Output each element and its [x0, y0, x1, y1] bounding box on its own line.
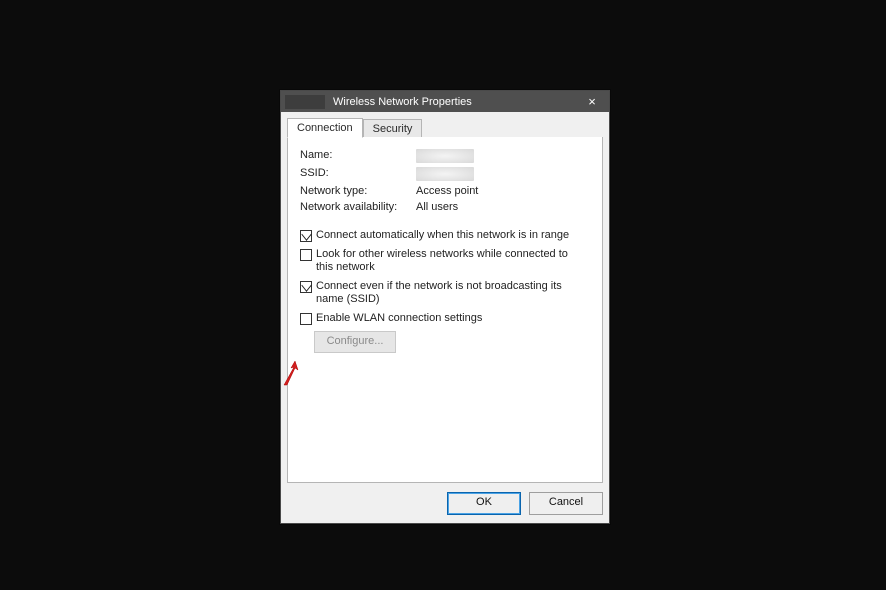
tab-label: Security	[373, 123, 413, 135]
button-bar: OK Cancel	[447, 489, 603, 517]
tab-strip: Connection Security	[287, 118, 603, 138]
client-area: Connection Security Name: SSID: Network …	[287, 118, 603, 517]
network-properties-grid: Name: SSID: Network type: Access point N…	[300, 149, 590, 213]
checkbox-connect-hidden-row: Connect even if the network is not broad…	[300, 280, 590, 306]
checkbox-look-other-row: Look for other wireless networks while c…	[300, 248, 590, 274]
window-title: Wireless Network Properties	[333, 96, 472, 108]
checkbox-auto-connect-row: Connect automatically when this network …	[300, 229, 590, 242]
checkbox-auto-connect-label: Connect automatically when this network …	[316, 229, 569, 242]
checkbox-look-other-label: Look for other wireless networks while c…	[316, 248, 576, 274]
network-availability-label: Network availability:	[300, 201, 410, 213]
checkbox-look-other[interactable]	[300, 249, 312, 261]
configure-button: Configure...	[314, 331, 396, 353]
ssid-value	[416, 167, 474, 181]
network-availability-value: All users	[416, 201, 590, 213]
configure-button-label: Configure...	[327, 335, 384, 347]
ssid-label: SSID:	[300, 167, 410, 181]
checkbox-auto-connect[interactable]	[300, 230, 312, 242]
annotation-arrow-icon	[280, 359, 304, 387]
tab-label: Connection	[297, 122, 353, 134]
name-label: Name:	[300, 149, 410, 163]
system-icon	[285, 95, 325, 109]
titlebar[interactable]: Wireless Network Properties ×	[281, 91, 609, 112]
ok-button-label: OK	[476, 496, 492, 508]
network-type-label: Network type:	[300, 185, 410, 197]
checkbox-enable-wlan-label: Enable WLAN connection settings	[316, 312, 482, 325]
cancel-button[interactable]: Cancel	[529, 492, 603, 515]
checkbox-enable-wlan[interactable]	[300, 313, 312, 325]
cancel-button-label: Cancel	[549, 496, 583, 508]
checkbox-enable-wlan-row: Enable WLAN connection settings	[300, 312, 590, 325]
ok-button[interactable]: OK	[447, 492, 521, 515]
name-value	[416, 149, 474, 163]
tab-connection[interactable]: Connection	[287, 118, 363, 138]
close-button[interactable]: ×	[575, 91, 609, 112]
wireless-network-properties-dialog: Wireless Network Properties × Connection…	[280, 90, 610, 524]
checkbox-connect-hidden-label: Connect even if the network is not broad…	[316, 280, 576, 306]
network-type-value: Access point	[416, 185, 590, 197]
checkbox-connect-hidden[interactable]	[300, 281, 312, 293]
close-icon: ×	[588, 94, 596, 109]
connection-panel: Name: SSID: Network type: Access point N…	[287, 137, 603, 483]
tab-security[interactable]: Security	[363, 119, 423, 138]
